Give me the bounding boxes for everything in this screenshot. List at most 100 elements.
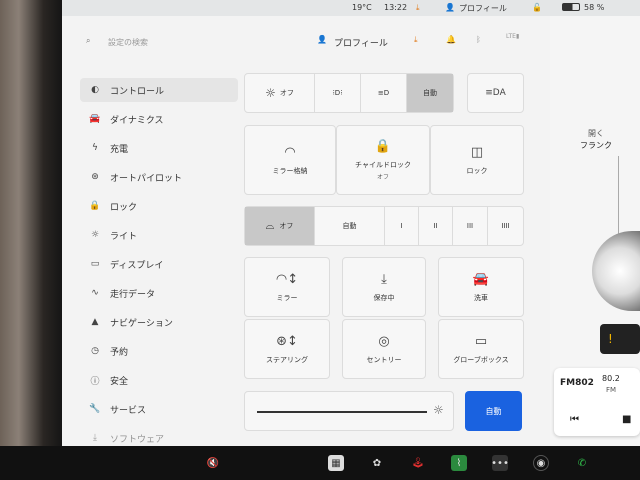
car-icon: 🚘 — [89, 114, 101, 124]
sidebar-item-label: 安全 — [110, 376, 129, 387]
alert-icon[interactable]: ! — [600, 324, 640, 354]
volume-mute-icon[interactable]: 🔇 — [205, 455, 221, 471]
window-lock-icon: ◫ — [470, 144, 484, 160]
child-lock-icon: 🔒 — [374, 139, 392, 154]
sidebar-item-locks[interactable]: 🔒 ロック — [80, 194, 238, 218]
download-icon[interactable]: ⤓ — [414, 35, 418, 45]
headlight-off-label: オフ — [279, 89, 294, 97]
car-image — [592, 231, 640, 311]
bell-icon[interactable]: 🔔 — [446, 35, 456, 44]
sidebar-item-charging[interactable]: ϟ 充電 — [80, 136, 238, 160]
child-lock-label: チャイルドロック — [355, 161, 411, 169]
sidebar-item-controls[interactable]: ◐ コントロール — [80, 78, 238, 102]
car-wash-label: 洗車 — [474, 293, 488, 302]
search-input[interactable]: 設定の検索 — [108, 37, 148, 48]
sentry-label: セントリー — [366, 355, 402, 364]
phone-icon[interactable]: ✆ — [574, 455, 590, 471]
taskbar: 🔇 ▦ ✿ 🕹 ⌇ ••• ◉ ✆ — [0, 446, 640, 480]
clock-icon: ◷ — [91, 346, 99, 356]
sidebar-item-trips[interactable]: ∿ 走行データ — [80, 281, 238, 305]
mirror-adjust-label: ミラー — [276, 293, 298, 302]
steering-icon: ⊛ — [91, 172, 99, 182]
energy-app-icon[interactable]: ⌇ — [451, 455, 467, 471]
sidebar-item-label: コントロール — [110, 86, 165, 97]
wiper-speed-2[interactable]: II — [419, 207, 453, 245]
wiper-off-label: オフ — [279, 222, 294, 230]
status-bar: 19°C 13:22 ⤓ 👤 プロフィール 🔓 58 % — [62, 0, 640, 16]
wiper-speed-3[interactable]: III — [453, 207, 488, 245]
radio-card[interactable]: FM802 80.2 FM ⏮ ■ — [554, 368, 640, 436]
sun-icon: ☼ — [433, 403, 444, 417]
headlight-off-button[interactable]: ☼ オフ — [245, 74, 315, 112]
brightness-control: ☼ — [244, 391, 454, 431]
trip-icon: ∿ — [91, 288, 99, 298]
sun-icon: ☼ — [90, 230, 100, 240]
wiper-auto-button[interactable]: 自動 — [315, 207, 385, 245]
headlight-control: ☼ オフ ⁝D⁝ ≡D 自動 — [244, 73, 454, 113]
wiper-off-button[interactable]: ⌓ オフ — [245, 207, 315, 245]
mirror-icon: ◠ — [284, 144, 296, 160]
profile-button[interactable]: プロフィール — [334, 36, 388, 49]
window-lock-button[interactable]: ◫ ロック — [430, 125, 524, 195]
sidebar-item-schedule[interactable]: ◷ 予約 — [80, 339, 238, 363]
sidebar-item-service[interactable]: 🔧 サービス — [80, 397, 238, 421]
app-icon-1[interactable]: ▦ — [328, 455, 344, 471]
headlight-auto-button[interactable]: 自動 — [407, 74, 453, 112]
brightness-slider[interactable] — [257, 411, 427, 413]
frunk-open-button[interactable]: 開く フランク — [580, 128, 612, 152]
clock: 13:22 — [384, 3, 408, 12]
top-bar: ⌕ 設定の検索 👤 プロフィール ⤓ 🔔 ᛒ LTE▮ — [62, 26, 550, 56]
stop-icon[interactable]: ■ — [622, 414, 631, 425]
status-profile[interactable]: プロフィール — [459, 3, 507, 14]
wiper-speed-label: III — [466, 222, 474, 230]
car-icon: 🚘 — [472, 271, 490, 287]
wiper-speed-4[interactable]: IIII — [488, 207, 523, 245]
sentry-button[interactable]: ◎ セントリー — [342, 319, 426, 379]
navigation-icon: ▲ — [91, 317, 99, 327]
auto-high-beam-button[interactable]: ≡DA — [467, 73, 524, 113]
sidebar-item-dynamics[interactable]: 🚘 ダイナミクス — [80, 107, 238, 131]
steering-icon: ⊛↕ — [276, 333, 298, 349]
bluetooth-icon[interactable]: ᛒ — [476, 35, 481, 44]
sidebar-item-safety[interactable]: ⓘ 安全 — [80, 368, 238, 392]
bolt-icon: ϟ — [92, 143, 98, 153]
sidebar-item-label: 走行データ — [110, 289, 156, 300]
sidebar-item-software[interactable]: ⤓ ソフトウェア — [80, 426, 238, 446]
sidebar-item-lights[interactable]: ☼ ライト — [80, 223, 238, 247]
sidebar-item-label: 充電 — [110, 144, 129, 155]
sidebar-item-autopilot[interactable]: ⊛ オートパイロット — [80, 165, 238, 189]
joystick-icon[interactable]: 🕹 — [410, 455, 426, 471]
camera-icon[interactable]: ◉ — [533, 455, 549, 471]
search-icon: ⌕ — [86, 36, 91, 45]
child-lock-button[interactable]: 🔒 チャイルドロック オフ — [336, 125, 430, 195]
dashcam-button[interactable]: ⤓ 保存中 — [342, 257, 426, 317]
brightness-auto-button[interactable]: 自動 — [465, 391, 522, 431]
toybox-icon[interactable]: ✿ — [369, 455, 385, 471]
sidebar-item-display[interactable]: ▭ ディスプレイ — [80, 252, 238, 276]
sidebar-item-navigation[interactable]: ▲ ナビゲーション — [80, 310, 238, 334]
car-wash-button[interactable]: 🚘 洗車 — [438, 257, 524, 317]
outside-temp: 19°C — [352, 3, 372, 12]
dashcam-label: 保存中 — [373, 293, 395, 302]
sidebar-item-label: ナビゲーション — [110, 318, 173, 329]
auto-high-beam-icon: ≡DA — [485, 88, 506, 98]
wiper-control: ⌓ オフ 自動 I II III IIII — [244, 206, 524, 246]
more-apps-icon[interactable]: ••• — [491, 455, 509, 471]
glovebox-button[interactable]: ▭ グローブボックス — [438, 319, 524, 379]
child-lock-state: オフ — [376, 174, 389, 181]
low-beam-button[interactable]: ≡D — [361, 74, 407, 112]
parking-lights-button[interactable]: ⁝D⁝ — [315, 74, 361, 112]
mirror-fold-button[interactable]: ◠ ミラー格納 — [244, 125, 336, 195]
mirror-adjust-button[interactable]: ◠↕ ミラー — [244, 257, 330, 317]
steering-adjust-button[interactable]: ⊛↕ ステアリング — [244, 319, 330, 379]
wiper-speed-1[interactable]: I — [385, 207, 419, 245]
profile-icon: 👤 — [317, 35, 327, 44]
previous-track-icon[interactable]: ⏮ — [570, 414, 579, 425]
low-beam-icon: ≡D — [377, 89, 390, 97]
wiper-auto-label: 自動 — [342, 222, 357, 230]
glovebox-label: グローブボックス — [453, 355, 509, 364]
parking-lights-icon: ⁝D⁝ — [332, 89, 343, 97]
lock-icon: 🔒 — [89, 201, 101, 211]
radio-logo: FM802 — [560, 378, 594, 388]
sidebar-item-label: ソフトウェア — [110, 434, 165, 445]
